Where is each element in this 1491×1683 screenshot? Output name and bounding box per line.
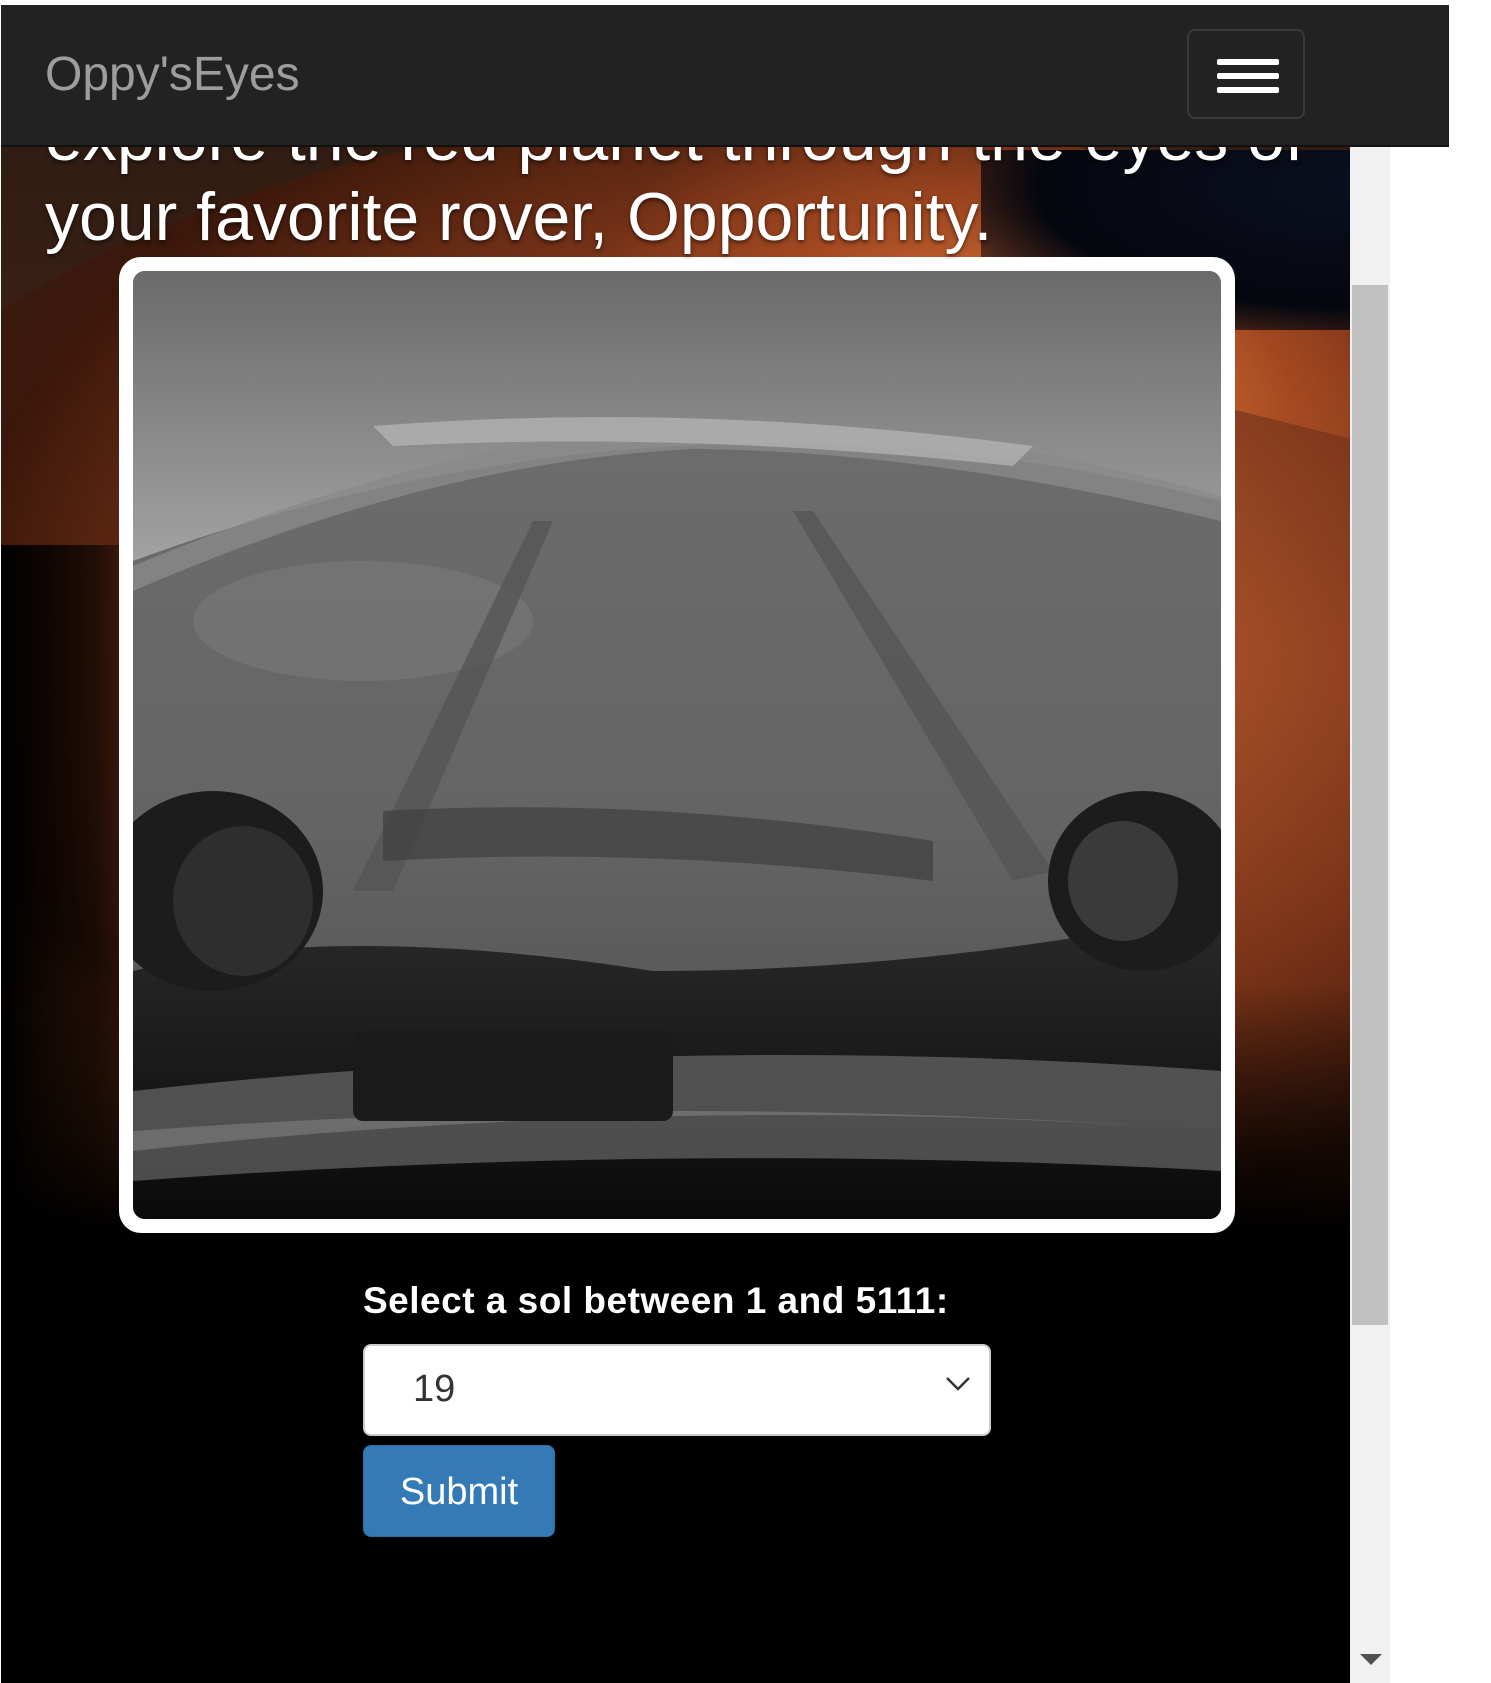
hamburger-menu-button[interactable] bbox=[1187, 29, 1305, 119]
scrollbar-thumb[interactable] bbox=[1352, 285, 1388, 1325]
hamburger-menu-icon bbox=[1217, 87, 1279, 93]
rover-photo-frame bbox=[119, 257, 1235, 1233]
page-viewport: explore the red planet through the eyes … bbox=[1, 5, 1449, 1683]
chevron-down-icon bbox=[945, 1376, 971, 1397]
sol-form: Select a sol between 1 and 5111: 19 Subm… bbox=[363, 1280, 993, 1537]
navbar: Oppy'sEyes bbox=[1, 5, 1449, 147]
rover-photo-image bbox=[133, 271, 1221, 1219]
submit-button[interactable]: Submit bbox=[363, 1445, 555, 1537]
hero-tagline-line-2: your favorite rover, Opportunity. bbox=[45, 179, 993, 255]
scrollbar[interactable] bbox=[1350, 5, 1390, 1683]
sol-select-label: Select a sol between 1 and 5111: bbox=[363, 1280, 949, 1321]
rover-photo bbox=[133, 271, 1221, 1219]
sol-select[interactable]: 19 bbox=[363, 1344, 991, 1436]
sol-select-value: 19 bbox=[413, 1368, 456, 1410]
hamburger-menu-icon bbox=[1217, 73, 1279, 79]
window-right-edge bbox=[1390, 0, 1491, 1683]
brand-logo[interactable]: Oppy'sEyes bbox=[45, 47, 300, 102]
scroll-down-icon[interactable] bbox=[1360, 1654, 1382, 1665]
hamburger-menu-icon bbox=[1217, 59, 1279, 65]
